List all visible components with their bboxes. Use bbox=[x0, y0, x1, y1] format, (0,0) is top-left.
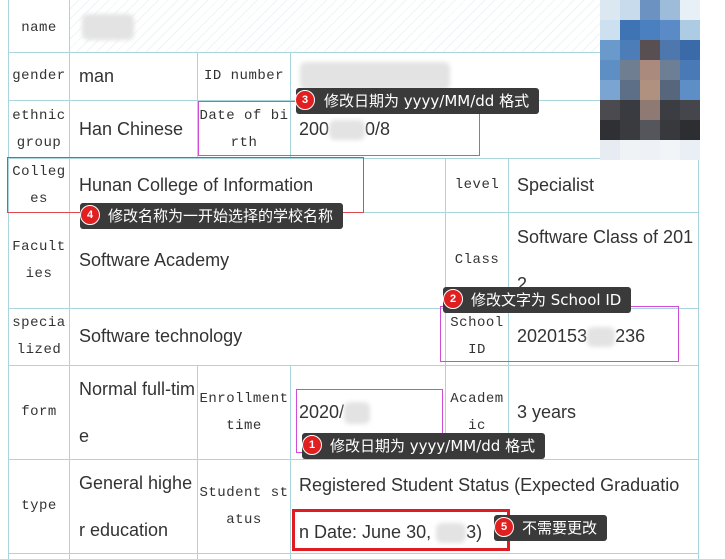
grid-line bbox=[698, 158, 699, 559]
annotation-badge-5: 5 bbox=[494, 517, 514, 537]
grid-line bbox=[69, 0, 70, 559]
form-value: Normal full-time bbox=[79, 379, 195, 446]
specialized-label: specialized bbox=[12, 315, 66, 358]
annotation-tooltip-1: 修改日期为 yyyy/MM/dd 格式 bbox=[302, 433, 546, 459]
specialized-value: Software technology bbox=[79, 326, 243, 346]
annotation-badge-1: 1 bbox=[302, 435, 322, 455]
faculties-label: Faculties bbox=[12, 238, 66, 282]
type-value: General higher education bbox=[79, 473, 193, 540]
annotation-text-2: 修改文字为 School ID bbox=[471, 291, 622, 309]
annotation-text-5: 不需要更改 bbox=[522, 519, 598, 537]
form-label: form bbox=[21, 404, 57, 420]
level-label: level bbox=[454, 177, 500, 193]
gender-value: man bbox=[79, 66, 115, 86]
redacted-photo bbox=[600, 0, 700, 160]
academic-value: 3 years bbox=[517, 402, 577, 422]
ethnic-group-value: Han Chinese bbox=[79, 119, 184, 139]
annotation-tooltip-3: 修改日期为 yyyy/MM/dd 格式 bbox=[296, 88, 540, 114]
annotation-text-4: 修改名称为一开始选择的学校名称 bbox=[108, 207, 334, 225]
student-status-value-line1: Registered Student Status (Expected Grad… bbox=[299, 475, 680, 495]
annotation-badge-3: 3 bbox=[295, 90, 315, 110]
annotation-badge-2: 2 bbox=[443, 289, 463, 309]
ethnic-group-label: ethnic group bbox=[12, 107, 75, 151]
redacted-name-area bbox=[70, 0, 600, 52]
annotation-text-3: 修改日期为 yyyy/MM/dd 格式 bbox=[324, 92, 530, 110]
redacted-id-number bbox=[300, 62, 450, 90]
school-id-highlight-box bbox=[440, 306, 679, 362]
annotation-tooltip-2: 修改文字为 School ID bbox=[443, 287, 632, 313]
redacted-name-value bbox=[82, 14, 134, 40]
type-label: type bbox=[21, 498, 57, 514]
gender-label: gender bbox=[12, 68, 66, 84]
annotation-text-1: 修改日期为 yyyy/MM/dd 格式 bbox=[330, 437, 536, 455]
student-status-label: Student status bbox=[199, 484, 289, 528]
level-value: Specialist bbox=[517, 175, 595, 195]
id-number-label: ID number bbox=[203, 68, 285, 84]
faculties-value: Software Academy bbox=[79, 250, 230, 270]
annotation-tooltip-4: 修改名称为一开始选择的学校名称 bbox=[80, 203, 344, 229]
enrollment-time-label: Enrollment time bbox=[199, 390, 298, 434]
annotation-badge-4: 4 bbox=[80, 205, 100, 225]
name-label: name bbox=[21, 19, 57, 36]
graduation-date-highlight-box bbox=[292, 509, 510, 551]
